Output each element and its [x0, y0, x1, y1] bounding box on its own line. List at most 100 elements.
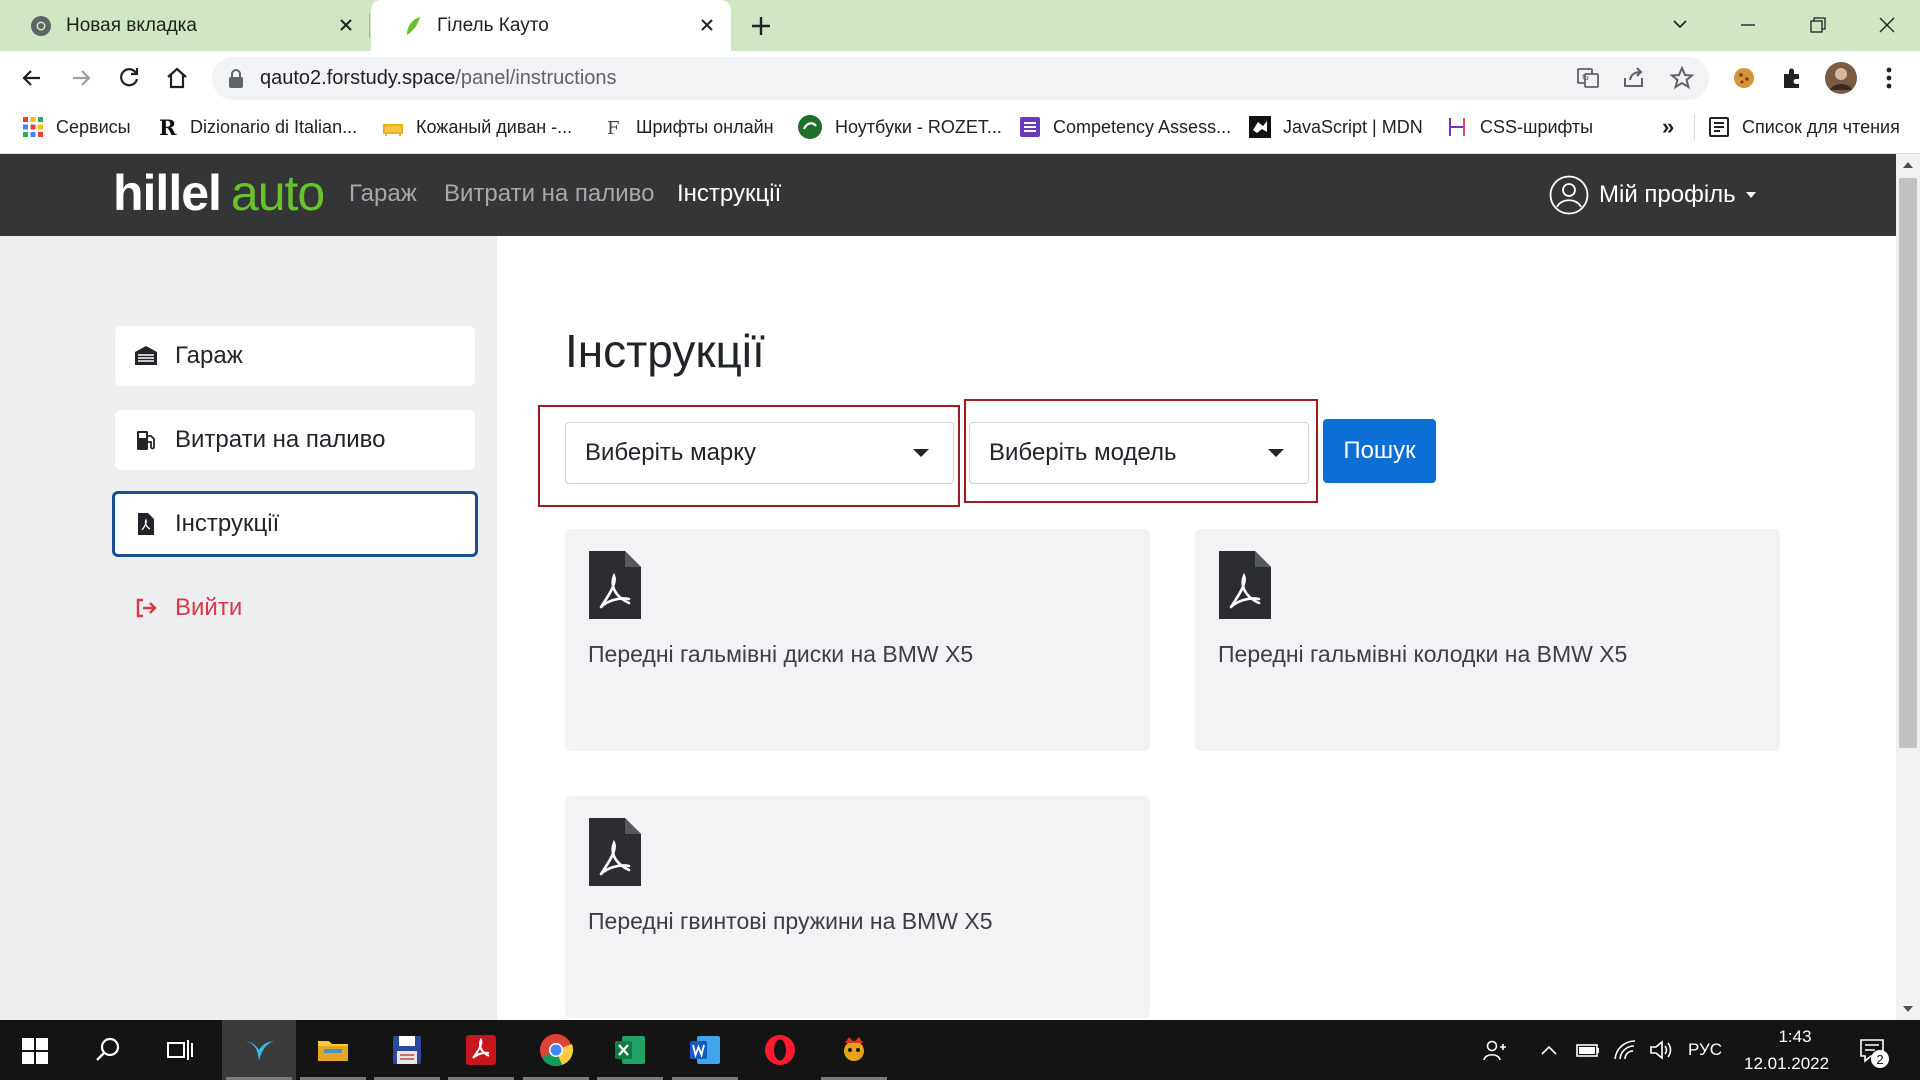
dropdown-arrow-icon: [913, 449, 929, 457]
page-viewport: hillel auto Гараж Витрати на паливо Інстр…: [0, 154, 1896, 1020]
bookmark-services[interactable]: Сервисы: [22, 112, 131, 142]
windows-start-icon[interactable]: [22, 1038, 48, 1064]
nav-garage[interactable]: Гараж: [349, 180, 417, 208]
task-view-icon[interactable]: [166, 1036, 194, 1064]
share-icon[interactable]: [1620, 64, 1648, 92]
taskbar-app-explorer[interactable]: [296, 1020, 370, 1080]
svg-text:F: F: [607, 118, 620, 138]
new-tab-icon[interactable]: [748, 13, 774, 39]
pdf-file-icon: [138, 513, 154, 535]
tab-new-tab[interactable]: Новая вкладка: [0, 0, 370, 51]
clock-date[interactable]: 12.01.2022: [1744, 1054, 1829, 1074]
taskbar-app-excel[interactable]: [593, 1020, 667, 1080]
reading-list-button[interactable]: Список для чтения: [1708, 112, 1900, 142]
floppy-disk-icon: [393, 1036, 421, 1064]
more-bookmarks-label: »: [1662, 114, 1675, 139]
mdn-icon: [1249, 116, 1271, 138]
people-icon[interactable]: [1482, 1037, 1508, 1063]
nav-instructions[interactable]: Інструкції: [677, 180, 781, 208]
pdf-file-icon: [1219, 551, 1271, 619]
search-button[interactable]: Пошук: [1323, 419, 1436, 483]
opera-icon: [765, 1035, 795, 1065]
chevron-down-icon: [1745, 192, 1756, 198]
battery-icon[interactable]: [1574, 1039, 1602, 1061]
bookmark-competency[interactable]: Competency Assess...: [1019, 112, 1231, 142]
minimize-icon[interactable]: [1728, 8, 1768, 42]
bookmark-label: Dizionario di Italian...: [190, 116, 358, 137]
scrollbar-thumb[interactable]: [1899, 178, 1917, 748]
bookmark-rozetka[interactable]: Ноутбуки - ROZET...: [797, 112, 1002, 142]
bookmark-dizionario[interactable]: R Dizionario di Italian...: [156, 112, 357, 142]
reading-list-icon: [1709, 117, 1729, 137]
profile-avatar-icon[interactable]: [1824, 61, 1858, 95]
sidebar-item-fuel[interactable]: Витрати на паливо: [115, 410, 475, 470]
volume-icon[interactable]: [1648, 1037, 1674, 1063]
hillel-leaf-icon: [407, 16, 420, 35]
user-avatar-icon: [1549, 175, 1589, 215]
instruction-card[interactable]: Передні гальмівні колодки на BMW X5: [1195, 529, 1780, 751]
url-path: /panel/instructions: [455, 67, 617, 89]
reload-icon[interactable]: [115, 64, 143, 92]
sidebar-item-garage[interactable]: Гараж: [115, 326, 475, 386]
hillel-auto-logo[interactable]: hillel auto: [113, 165, 325, 221]
url-text[interactable]: qauto2.forstudy.space/panel/instructions: [260, 67, 617, 90]
tab-hillel-auto[interactable]: Гілель Кауто: [371, 0, 731, 51]
back-arrow-icon[interactable]: [18, 64, 46, 92]
home-icon[interactable]: [163, 64, 191, 92]
more-menu-icon[interactable]: [1875, 64, 1903, 92]
instruction-title: Передні гвинтові пружини на BMW X5: [588, 908, 993, 934]
page-title: Інструкції: [565, 325, 765, 377]
pdf-file-icon: [589, 551, 641, 619]
restore-icon[interactable]: [1797, 8, 1837, 42]
taskbar-app-acrobat[interactable]: [444, 1020, 518, 1080]
close-window-icon[interactable]: [1867, 8, 1907, 42]
taskbar-app-floppy[interactable]: [370, 1020, 444, 1080]
logo-main: hillel: [113, 165, 222, 221]
bookmark-label: JavaScript | MDN: [1283, 116, 1423, 137]
model-select[interactable]: Виберіть модель: [969, 422, 1309, 484]
cookie-extension-icon[interactable]: [1730, 64, 1758, 92]
taskbar-app-game[interactable]: [817, 1020, 891, 1080]
sidebar-item-instructions[interactable]: Інструкції: [112, 491, 478, 557]
acrobat-icon: [466, 1035, 496, 1065]
bookmark-fonts[interactable]: F Шрифты онлайн: [602, 112, 774, 142]
wifi-icon[interactable]: [1612, 1037, 1638, 1063]
more-bookmarks-button[interactable]: »: [1662, 112, 1674, 142]
sidebar-item-logout[interactable]: Вийти: [115, 578, 475, 638]
brand-select[interactable]: Виберіть марку: [565, 422, 954, 484]
bookmark-label: Шрифты онлайн: [636, 116, 774, 137]
chrome-icon: [540, 1034, 574, 1067]
notification-count-badge: 2: [1871, 1050, 1889, 1068]
taskbar-app-opera[interactable]: [743, 1020, 817, 1080]
taskbar-app-bird[interactable]: [222, 1020, 296, 1080]
fuel-pump-icon: [137, 431, 155, 450]
instruction-card[interactable]: Передні гвинтові пружини на BMW X5: [565, 796, 1150, 1018]
scroll-up-icon[interactable]: [1902, 160, 1914, 170]
chrome-icon: [31, 15, 51, 36]
sidebar-item-label: Гараж: [175, 342, 243, 369]
tab-search-icon[interactable]: [1660, 8, 1700, 42]
bookmark-star-icon[interactable]: [1668, 64, 1696, 92]
sign-out-icon: [136, 598, 157, 618]
show-hidden-icons-icon[interactable]: [1538, 1040, 1560, 1060]
lock-icon[interactable]: [226, 68, 246, 90]
instruction-card[interactable]: Передні гальмівні диски на BMW X5: [565, 529, 1150, 751]
search-icon[interactable]: [94, 1036, 122, 1064]
scroll-down-icon[interactable]: [1902, 1004, 1914, 1014]
bookmark-sofa[interactable]: Кожаный диван -...: [382, 112, 572, 142]
instruction-title: Передні гальмівні колодки на BMW X5: [1218, 641, 1628, 667]
extensions-puzzle-icon[interactable]: [1778, 64, 1806, 92]
input-language[interactable]: РУС: [1688, 1040, 1722, 1060]
close-tab-icon[interactable]: [695, 13, 719, 37]
taskbar-app-chrome[interactable]: [519, 1020, 593, 1080]
bookmark-mdn[interactable]: JavaScript | MDN: [1249, 112, 1423, 142]
profile-dropdown[interactable]: Мій профіль: [1549, 174, 1756, 216]
bookmark-css-fonts[interactable]: CSS-шрифты: [1446, 112, 1593, 142]
translate-icon[interactable]: G: [1574, 64, 1602, 92]
forward-arrow-icon[interactable]: [67, 64, 95, 92]
clock-time[interactable]: 1:43: [1770, 1027, 1820, 1047]
taskbar-app-word[interactable]: [668, 1020, 742, 1080]
nav-fuel-expenses[interactable]: Витрати на паливо: [444, 180, 655, 208]
close-tab-icon[interactable]: [334, 13, 358, 37]
reading-list-label: Список для чтения: [1742, 116, 1900, 137]
